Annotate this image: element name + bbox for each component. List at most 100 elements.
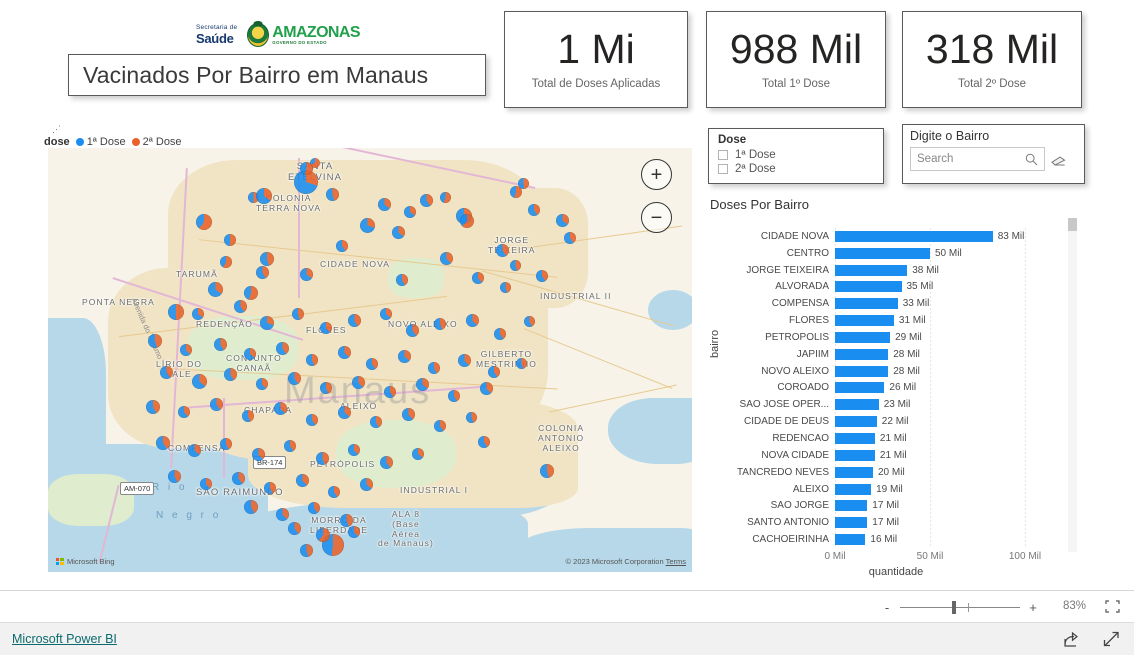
map-pie-marker[interactable]	[338, 406, 351, 419]
kpi-card-primeira-dose[interactable]: 988 Mil Total 1º Dose	[706, 11, 886, 108]
search-input[interactable]: Search	[910, 147, 1045, 171]
bar-row[interactable]: FLORES 31 Mil	[730, 312, 1067, 329]
map-pie-marker[interactable]	[392, 226, 405, 239]
bar-row[interactable]: TANCREDO NEVES 20 Mil	[730, 464, 1067, 481]
share-icon[interactable]	[1064, 631, 1081, 652]
map-pie-marker[interactable]	[488, 366, 500, 378]
bar[interactable]	[835, 281, 902, 293]
map-pie-marker[interactable]	[224, 234, 236, 246]
map-pie-marker[interactable]	[146, 400, 160, 414]
map-pie-marker[interactable]	[366, 358, 378, 370]
map-zoom-out-button[interactable]: −	[641, 202, 672, 233]
map-pie-marker[interactable]	[244, 286, 258, 300]
zoom-slider-track[interactable]	[900, 600, 1020, 614]
map-pie-marker[interactable]	[380, 308, 392, 320]
map-pie-marker[interactable]	[466, 412, 477, 423]
map-pie-marker[interactable]	[232, 472, 245, 485]
map-pie-marker[interactable]	[336, 240, 348, 252]
map-pie-marker[interactable]	[370, 416, 382, 428]
bar-row[interactable]: CIDADE NOVA 83 Mil	[730, 228, 1067, 245]
bar-row[interactable]: JORGE TEIXEIRA 38 Mil	[730, 262, 1067, 279]
map-pie-marker[interactable]	[220, 438, 232, 450]
bar[interactable]	[835, 433, 875, 444]
map-pie-marker[interactable]	[256, 378, 268, 390]
map-legend-item-primeira[interactable]: 1ª Dose	[75, 136, 126, 148]
map-pie-marker[interactable]	[380, 456, 393, 469]
bing-map-visual[interactable]: R i o N e g r o SANTAETELVINA COLONIATER…	[48, 148, 692, 572]
bar-row[interactable]: CIDADE DE DEUS 22 Mil	[730, 413, 1067, 430]
map-pie-marker[interactable]	[210, 398, 223, 411]
map-pie-marker[interactable]	[276, 342, 289, 355]
bar-row[interactable]: REDENCAO 21 Mil	[730, 430, 1067, 447]
map-pie-marker[interactable]	[148, 334, 162, 348]
map-pie-marker[interactable]	[234, 300, 247, 313]
map-terms-link[interactable]: Terms	[666, 557, 686, 566]
bar[interactable]	[835, 264, 908, 276]
bar-row[interactable]: COMPENSA 33 Mil	[730, 295, 1067, 312]
map-pie-marker[interactable]	[564, 232, 576, 244]
zoom-increase-button[interactable]: +	[1028, 600, 1038, 615]
map-zoom-in-button[interactable]: +	[641, 159, 672, 190]
bar[interactable]	[835, 348, 889, 360]
zoom-slider-thumb[interactable]	[952, 600, 956, 614]
map-pie-marker[interactable]	[348, 444, 360, 456]
map-pie-marker[interactable]	[510, 186, 522, 198]
map-pie-marker[interactable]	[434, 420, 446, 432]
map-pie-marker[interactable]	[402, 408, 415, 421]
map-pie-marker[interactable]	[348, 526, 360, 538]
map-pie-marker[interactable]	[326, 188, 339, 201]
map-pie-marker[interactable]	[296, 474, 309, 487]
bar-row[interactable]: PETROPOLIS 29 Mil	[730, 329, 1067, 346]
map-pie-marker[interactable]	[168, 470, 181, 483]
bar[interactable]	[835, 365, 889, 377]
bar-row[interactable]: COROADO 26 Mil	[730, 380, 1067, 397]
map-pie-marker[interactable]	[556, 214, 569, 227]
map-pie-marker[interactable]	[404, 206, 416, 218]
map-pie-marker[interactable]	[340, 514, 353, 527]
map-pie-marker[interactable]	[252, 448, 265, 461]
map-pie-marker[interactable]	[306, 354, 318, 366]
map-pie-marker[interactable]	[310, 158, 320, 168]
map-pie-marker[interactable]	[406, 324, 419, 337]
map-pie-marker[interactable]	[208, 282, 223, 297]
dose-option-segunda[interactable]: 2ª Dose	[718, 163, 883, 175]
map-pie-marker[interactable]	[256, 266, 269, 279]
dose-slicer[interactable]: Dose 1ª Dose 2ª Dose	[708, 128, 884, 184]
bar[interactable]	[835, 416, 877, 428]
map-pie-marker[interactable]	[412, 448, 424, 460]
map-pie-marker[interactable]	[288, 522, 301, 535]
map-pie-marker[interactable]	[320, 322, 332, 334]
map-legend-item-segunda[interactable]: 2ª Dose	[131, 136, 182, 148]
map-pie-marker[interactable]	[242, 410, 254, 422]
map-pie-marker[interactable]	[360, 478, 373, 491]
map-pie-marker[interactable]	[260, 252, 274, 266]
kpi-card-segunda-dose[interactable]: 318 Mil Total 2º Dose	[902, 11, 1082, 108]
bar[interactable]	[835, 247, 930, 259]
eraser-icon[interactable]	[1051, 154, 1066, 166]
bar[interactable]	[835, 315, 894, 327]
map-pie-marker[interactable]	[480, 382, 493, 395]
map-pie-marker[interactable]	[300, 268, 313, 281]
map-pie-marker[interactable]	[378, 198, 391, 211]
map-pie-marker[interactable]	[168, 304, 184, 320]
map-pie-marker[interactable]	[220, 256, 232, 268]
map-pie-marker[interactable]	[448, 390, 460, 402]
map-pie-marker[interactable]	[244, 500, 258, 514]
chart-scrollbar[interactable]	[1068, 218, 1077, 552]
map-pie-marker[interactable]	[200, 478, 212, 490]
map-pie-marker[interactable]	[494, 328, 506, 340]
map-pie-marker[interactable]	[320, 382, 332, 394]
bar[interactable]	[835, 449, 875, 461]
fit-to-page-icon[interactable]	[1105, 600, 1120, 613]
map-pie-marker[interactable]	[472, 272, 484, 284]
microsoft-power-bi-link[interactable]: Microsoft Power BI	[12, 632, 117, 646]
map-pie-marker[interactable]	[440, 252, 453, 265]
map-pie-marker[interactable]	[224, 368, 237, 381]
checkbox-icon[interactable]	[718, 164, 728, 174]
map-pie-marker[interactable]	[328, 486, 340, 498]
map-pie-marker[interactable]	[428, 362, 440, 374]
map-pie-marker[interactable]	[256, 188, 272, 204]
bar[interactable]	[835, 500, 868, 512]
map-pie-marker[interactable]	[156, 436, 170, 450]
map-pie-marker[interactable]	[160, 366, 173, 379]
